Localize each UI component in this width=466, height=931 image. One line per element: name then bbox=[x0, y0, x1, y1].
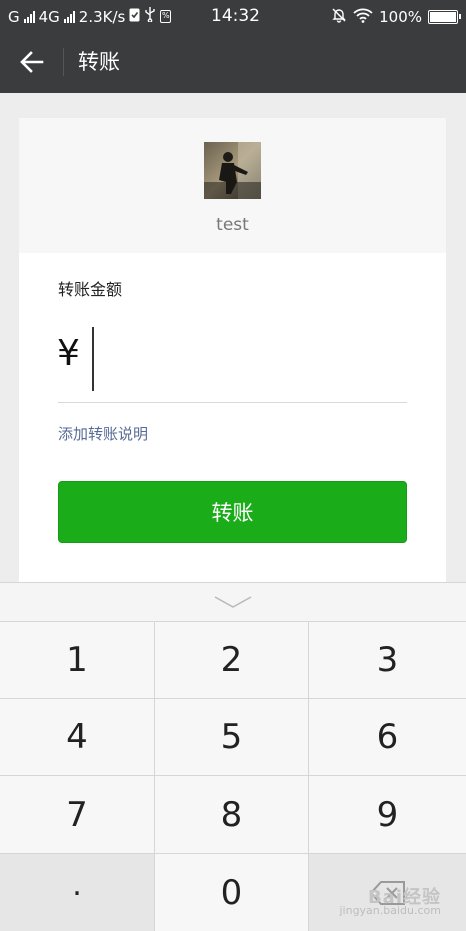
key-6[interactable]: 6 bbox=[309, 699, 466, 776]
status-time: 14:32 bbox=[211, 6, 260, 26]
download-done-icon bbox=[129, 8, 140, 26]
avatar[interactable] bbox=[204, 142, 261, 199]
signal-icon-2 bbox=[63, 10, 75, 23]
network-label: 4G bbox=[38, 7, 60, 26]
keypad-collapse-button[interactable] bbox=[0, 583, 466, 622]
arrow-left-icon bbox=[20, 51, 44, 73]
status-left: G 4G 2.3K/s % bbox=[8, 7, 172, 26]
amount-underline bbox=[58, 402, 407, 403]
add-note-link[interactable]: 添加转账说明 bbox=[58, 423, 148, 444]
key-decimal[interactable]: . bbox=[0, 854, 155, 931]
battery-fill bbox=[430, 12, 456, 22]
key-4[interactable]: 4 bbox=[0, 699, 155, 776]
status-right: 100% bbox=[331, 7, 461, 27]
nav-bar: 转账 bbox=[0, 31, 466, 93]
currency-symbol: ¥ bbox=[57, 333, 80, 374]
key-8[interactable]: 8 bbox=[155, 776, 309, 854]
transfer-card: test 转账金额 ¥ 添加转账说明 转账 bbox=[19, 118, 446, 588]
transfer-button[interactable]: 转账 bbox=[58, 481, 407, 543]
watermark-logo: Bai经验 bbox=[367, 887, 441, 908]
alarm-off-icon bbox=[331, 7, 347, 27]
key-2[interactable]: 2 bbox=[155, 622, 309, 699]
wifi-icon bbox=[353, 8, 373, 27]
signal-icon bbox=[23, 10, 35, 23]
battery-percent: 100% bbox=[379, 8, 422, 26]
keypad-grid: 1 2 3 4 5 6 7 8 9 . 0 bbox=[0, 622, 466, 931]
back-button[interactable] bbox=[14, 46, 50, 78]
amount-input[interactable] bbox=[99, 331, 399, 387]
payee-header: test bbox=[19, 118, 446, 253]
payee-name: test bbox=[216, 215, 249, 235]
numeric-keypad: 1 2 3 4 5 6 7 8 9 . 0 bbox=[0, 582, 466, 931]
key-7[interactable]: 7 bbox=[0, 776, 155, 854]
status-bar: G 4G 2.3K/s % 14:32 100% bbox=[0, 0, 466, 31]
network-speed: 2.3K/s bbox=[78, 7, 126, 26]
key-9[interactable]: 9 bbox=[309, 776, 466, 854]
key-3[interactable]: 3 bbox=[309, 622, 466, 699]
key-5[interactable]: 5 bbox=[155, 699, 309, 776]
baidu-watermark: Bai经验 jingyan.baidu.com bbox=[339, 887, 441, 918]
usb-icon bbox=[144, 7, 156, 26]
nav-divider bbox=[63, 48, 64, 76]
page-title: 转账 bbox=[78, 50, 120, 74]
text-cursor bbox=[92, 327, 94, 391]
battery-icon bbox=[428, 10, 461, 24]
key-1[interactable]: 1 bbox=[0, 622, 155, 699]
watermark-url: jingyan.baidu.com bbox=[339, 904, 441, 917]
key-0[interactable]: 0 bbox=[155, 854, 309, 931]
amount-label: 转账金额 bbox=[58, 280, 123, 299]
volte-icon: % bbox=[160, 10, 172, 23]
chevron-down-icon bbox=[214, 596, 252, 608]
carrier-label: G bbox=[8, 7, 20, 26]
